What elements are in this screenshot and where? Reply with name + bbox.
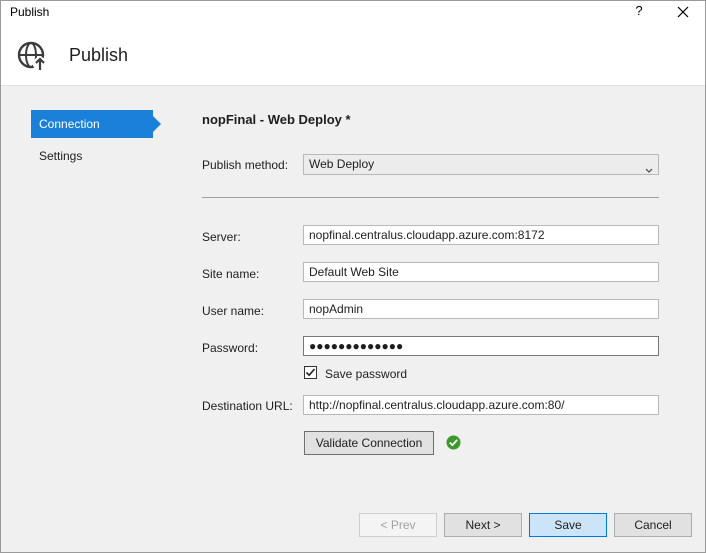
- checkmark-icon: [305, 368, 316, 377]
- password-mask: ●●●●●●●●●●●●●: [309, 339, 404, 353]
- nav-item-settings[interactable]: Settings: [31, 142, 153, 170]
- close-icon[interactable]: [673, 2, 693, 22]
- password-label: Password:: [202, 341, 259, 355]
- server-input[interactable]: nopfinal.centralus.cloudapp.azure.com:81…: [303, 225, 659, 245]
- user-name-label: User name:: [202, 304, 265, 318]
- publish-method-label: Publish method:: [202, 158, 289, 172]
- window-title: Publish: [10, 5, 50, 19]
- prev-button[interactable]: < Prev: [359, 513, 437, 537]
- save-password-label: Save password: [325, 367, 408, 381]
- publish-dialog: Publish ? Publish Connection Settings no…: [0, 0, 706, 553]
- site-name-label: Site name:: [202, 267, 260, 281]
- title-bar: Publish ?: [1, 1, 705, 25]
- destination-url-label: Destination URL:: [202, 399, 293, 413]
- next-button[interactable]: Next >: [444, 513, 522, 537]
- header-title: Publish: [69, 45, 129, 65]
- save-button[interactable]: Save: [529, 513, 607, 537]
- success-check-icon: [446, 435, 461, 450]
- save-password-checkbox[interactable]: [304, 366, 317, 379]
- help-button[interactable]: ?: [632, 3, 646, 21]
- globe-publish-icon: [15, 39, 49, 73]
- user-name-input[interactable]: nopAdmin: [303, 299, 659, 319]
- site-name-input[interactable]: Default Web Site: [303, 262, 659, 282]
- cancel-button[interactable]: Cancel: [614, 513, 692, 537]
- destination-url-input[interactable]: http://nopfinal.centralus.cloudapp.azure…: [303, 395, 659, 415]
- server-label: Server:: [202, 230, 241, 244]
- publish-method-select[interactable]: Web Deploy: [303, 154, 659, 175]
- dialog-header: Publish: [1, 25, 705, 86]
- profile-title: nopFinal - Web Deploy *: [202, 112, 351, 127]
- nav-item-connection[interactable]: Connection: [31, 110, 161, 138]
- validate-connection-button[interactable]: Validate Connection: [304, 431, 434, 455]
- publish-method-value: Web Deploy: [309, 157, 375, 171]
- chevron-down-icon: [645, 161, 653, 173]
- section-divider: [202, 197, 659, 198]
- password-input[interactable]: ●●●●●●●●●●●●●: [303, 336, 659, 356]
